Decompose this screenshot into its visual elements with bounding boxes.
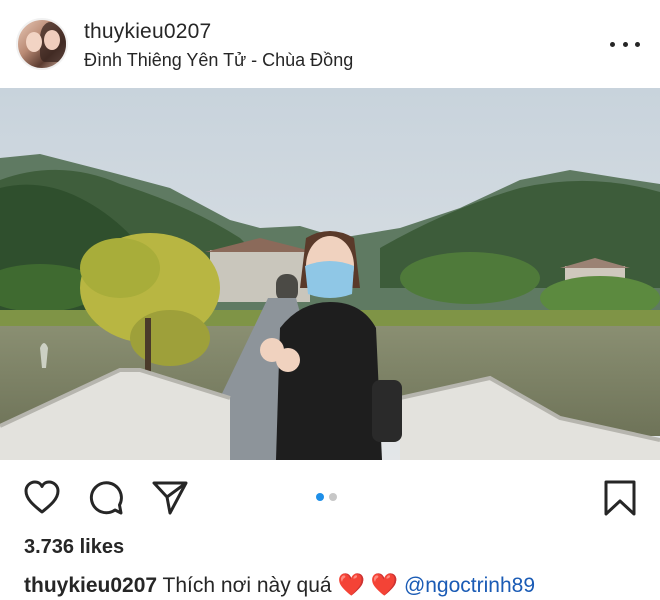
likes-count[interactable]: 3.736 likes	[24, 536, 124, 559]
caption-username[interactable]: thuykieu0207	[24, 574, 157, 597]
post-actions	[0, 460, 660, 532]
carousel-dot	[329, 493, 337, 501]
post-username[interactable]: thuykieu0207	[84, 20, 211, 44]
caption: thuykieu0207 Thích nơi này quá ❤️ ❤️ @ng…	[24, 572, 535, 598]
caption-text: Thích nơi này quá	[162, 574, 332, 597]
paper-plane-icon[interactable]	[150, 478, 190, 518]
heart-icon[interactable]	[22, 478, 62, 518]
caption-mention[interactable]: @ngoctrinh89	[404, 574, 535, 597]
avatar[interactable]	[16, 18, 68, 70]
heart-emoji: ❤️	[337, 572, 365, 597]
post-photo[interactable]	[0, 88, 660, 460]
post-header: thuykieu0207 Đình Thiêng Yên Tử - Chùa Đ…	[0, 0, 660, 88]
more-options-icon[interactable]	[610, 30, 640, 58]
carousel-dot-active	[316, 493, 324, 501]
post-location[interactable]: Đình Thiêng Yên Tử - Chùa Đồng	[84, 50, 353, 71]
heart-emoji: ❤️	[370, 572, 399, 597]
bookmark-icon[interactable]	[600, 478, 640, 518]
comment-icon[interactable]	[86, 478, 126, 518]
carousel-indicator	[316, 493, 337, 501]
photo-scene	[0, 88, 660, 460]
